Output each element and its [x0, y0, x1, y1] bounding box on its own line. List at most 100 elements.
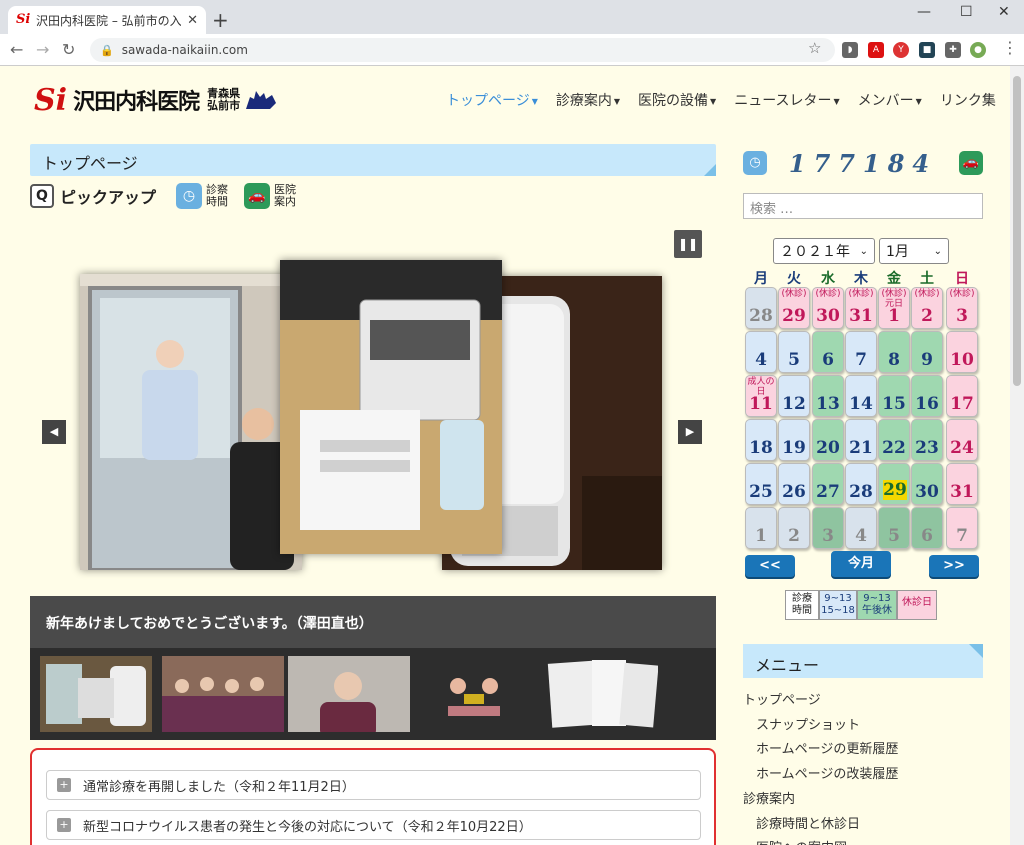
- calendar-day[interactable]: 12: [778, 375, 810, 417]
- next-month-button[interactable]: >>: [929, 555, 979, 577]
- extension-icon[interactable]: ◗: [842, 42, 858, 58]
- month-select[interactable]: 1月 ⌄: [879, 238, 949, 264]
- expand-icon[interactable]: +: [57, 778, 71, 792]
- prev-month-button[interactable]: <<: [745, 555, 795, 577]
- thumbnail-2[interactable]: [162, 656, 284, 732]
- reload-icon[interactable]: ↻: [62, 40, 75, 59]
- calendar-day[interactable]: 28: [745, 287, 777, 329]
- forward-icon[interactable]: →: [36, 40, 49, 59]
- calendar-day[interactable]: 30: [911, 463, 943, 505]
- calendar-day[interactable]: 22: [878, 419, 910, 461]
- calendar-day[interactable]: 成人の 日 11: [745, 375, 777, 417]
- thumbnail-4[interactable]: [434, 656, 514, 732]
- slider-prev-button[interactable]: ◀: [42, 420, 66, 444]
- calendar-day[interactable]: 5: [878, 507, 910, 549]
- calendar-day[interactable]: (休診) 3: [946, 287, 978, 329]
- expand-icon[interactable]: +: [57, 818, 71, 832]
- calendar-day[interactable]: 26: [778, 463, 810, 505]
- calendar-day[interactable]: (休診) 30: [812, 287, 844, 329]
- calendar-day[interactable]: (休診) 2: [911, 287, 943, 329]
- calendar-day[interactable]: 7: [845, 331, 877, 373]
- year-select[interactable]: ２０２１年 ⌄: [773, 238, 875, 264]
- yab-extension-icon[interactable]: Y: [893, 42, 909, 58]
- calendar-day[interactable]: 14: [845, 375, 877, 417]
- slider-pause-button[interactable]: ❚❚: [674, 230, 702, 258]
- calendar-day[interactable]: 23: [911, 419, 943, 461]
- thumbnail-1[interactable]: [40, 656, 152, 732]
- nav-item[interactable]: トップページ ▼: [446, 90, 538, 110]
- pdf-extension-icon[interactable]: A: [868, 42, 884, 58]
- calendar-day[interactable]: 13: [812, 375, 844, 417]
- calendar-day[interactable]: 18: [745, 419, 777, 461]
- calendar-day[interactable]: 1: [745, 507, 777, 549]
- calendar-day[interactable]: (休診) 29: [778, 287, 810, 329]
- calendar-day[interactable]: 29: [878, 463, 910, 505]
- quick-link-hours[interactable]: ◷ 診察 時間: [176, 183, 228, 209]
- nav-item[interactable]: リンク集: [940, 90, 996, 110]
- minimize-icon[interactable]: —: [917, 4, 931, 20]
- bookmark-star-icon[interactable]: ☆: [808, 39, 821, 57]
- calendar-day[interactable]: 4: [745, 331, 777, 373]
- nav-item[interactable]: 診療案内 ▼: [556, 90, 620, 110]
- calendar-day[interactable]: 24: [946, 419, 978, 461]
- calendar-day[interactable]: 15: [878, 375, 910, 417]
- scrollbar-thumb[interactable]: [1013, 76, 1021, 386]
- calendar-day[interactable]: 20: [812, 419, 844, 461]
- close-window-icon[interactable]: ✕: [998, 4, 1010, 20]
- maximize-icon[interactable]: ☐: [960, 4, 973, 20]
- slider-next-button[interactable]: ▶: [678, 420, 702, 444]
- browser-tab[interactable]: Si 沢田内科医院 – 弘前市の入院設備 ✕: [8, 6, 206, 34]
- calendar-day[interactable]: 9: [911, 331, 943, 373]
- profile-avatar[interactable]: ●: [970, 42, 986, 58]
- menu-item[interactable]: 診療時間と休診日: [756, 813, 860, 832]
- calendar-day[interactable]: 25: [745, 463, 777, 505]
- menu-item[interactable]: トップページ: [743, 689, 821, 708]
- thumbnail-3[interactable]: [288, 656, 410, 732]
- address-bar[interactable]: 🔒 sawada-naikaiin.com: [90, 38, 835, 62]
- nav-item[interactable]: 医院の設備 ▼: [638, 90, 716, 110]
- car-icon[interactable]: 🚗: [958, 151, 983, 175]
- menu-item[interactable]: ホームページの更新履歴: [756, 738, 898, 757]
- calendar-day[interactable]: 4: [845, 507, 877, 549]
- calendar-day[interactable]: (休診) 31: [845, 287, 877, 329]
- calendar-day[interactable]: 10: [946, 331, 978, 373]
- thumbnail-5[interactable]: [546, 656, 658, 732]
- calendar-day[interactable]: 31: [946, 463, 978, 505]
- new-tab-icon[interactable]: +: [212, 8, 229, 32]
- calendar-day[interactable]: 27: [812, 463, 844, 505]
- calendar-day[interactable]: 17: [946, 375, 978, 417]
- news-item[interactable]: + 通常診療を再開しました（令和２年11月2日）: [46, 770, 701, 800]
- search-input[interactable]: 検索 …: [743, 193, 983, 219]
- nav-item[interactable]: メンバー ▼: [858, 90, 922, 110]
- page-scrollbar[interactable]: [1010, 66, 1024, 845]
- browser-menu-icon[interactable]: ⋮: [1002, 38, 1018, 57]
- calendar-day[interactable]: 6: [911, 507, 943, 549]
- calendar-day[interactable]: 28: [845, 463, 877, 505]
- menu-item[interactable]: 医院への案内図: [756, 837, 847, 845]
- calendar-day[interactable]: 6: [812, 331, 844, 373]
- menu-item[interactable]: スナップショット: [756, 714, 860, 733]
- calendar-day[interactable]: 8: [878, 331, 910, 373]
- calendar-day[interactable]: 21: [845, 419, 877, 461]
- extension2-icon[interactable]: ■: [919, 42, 935, 58]
- menu-title-text: メニュー: [755, 656, 820, 675]
- current-month-button[interactable]: 今月: [831, 551, 891, 577]
- news-item[interactable]: + 新型コロナウイルス患者の発生と今後の対応について（令和２年10月22日）: [46, 810, 701, 840]
- calendar-day[interactable]: 19: [778, 419, 810, 461]
- menu-item[interactable]: 診療案内: [743, 788, 795, 807]
- nav-item[interactable]: ニュースレター ▼: [734, 90, 839, 110]
- clock-icon[interactable]: ◷: [743, 151, 767, 175]
- site-logo[interactable]: Si 沢田内科医院 青森県 弘前市: [34, 83, 290, 118]
- close-tab-icon[interactable]: ✕: [187, 13, 198, 28]
- calendar-day[interactable]: 2: [778, 507, 810, 549]
- calendar-day[interactable]: 5: [778, 331, 810, 373]
- menu-item[interactable]: ホームページの改装履歴: [756, 763, 898, 782]
- back-icon[interactable]: ←: [10, 40, 23, 59]
- day-number: 10: [950, 350, 974, 370]
- calendar-day[interactable]: 3: [812, 507, 844, 549]
- extensions-puzzle-icon[interactable]: ✚: [945, 42, 961, 58]
- calendar-day[interactable]: 7: [946, 507, 978, 549]
- quick-link-guide[interactable]: 🚗 医院 案内: [244, 183, 296, 209]
- calendar-day[interactable]: 16: [911, 375, 943, 417]
- calendar-day[interactable]: (休診) 元日 1: [878, 287, 910, 329]
